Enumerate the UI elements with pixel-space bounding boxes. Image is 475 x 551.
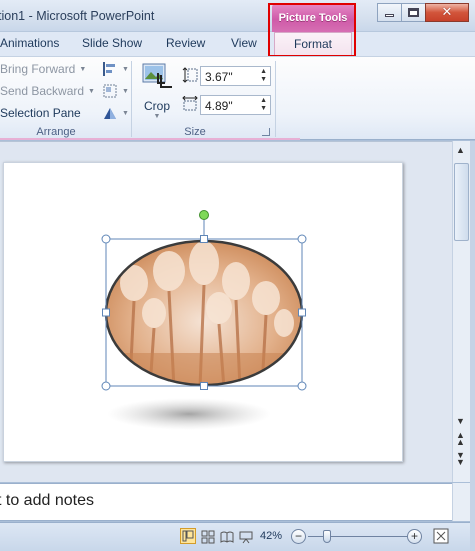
shape-width-value: 4.89" <box>205 99 233 113</box>
width-spinner[interactable]: ▲ ▼ <box>260 97 267 113</box>
slide-editing-pane <box>0 141 452 482</box>
selection-pane-label: Selection Pane <box>0 106 81 120</box>
chevron-down-icon: ▼ <box>88 87 95 95</box>
context-underline <box>0 138 300 140</box>
height-icon <box>182 67 198 83</box>
resize-handle-ne[interactable] <box>297 234 307 244</box>
slide-sorter-icon[interactable] <box>201 530 215 544</box>
picture-tools-label: Picture Tools <box>278 12 348 24</box>
chevron-down-icon: ▼ <box>122 109 129 117</box>
resize-handle-e[interactable] <box>298 308 306 317</box>
resize-handle-nw[interactable] <box>101 234 111 244</box>
window-title: tion1 - Microsoft PowerPoint <box>0 9 155 23</box>
bring-forward-button[interactable]: Bring Forward ▼ <box>0 62 86 76</box>
close-button[interactable]: ✕ <box>425 3 469 22</box>
slide-canvas[interactable] <box>3 162 403 462</box>
rotate-icon <box>104 108 116 119</box>
vertical-scrollbar[interactable]: ▲ ▼ ▲ ▲ ▼ ▼ <box>452 141 470 482</box>
zoom-level[interactable]: 42% <box>260 530 282 542</box>
resize-handle-se[interactable] <box>297 381 307 391</box>
slide-content <box>101 210 307 430</box>
zoom-out-button[interactable]: − <box>291 529 306 544</box>
rotate-handle[interactable] <box>199 210 209 220</box>
selection-pane-button[interactable]: Selection Pane <box>0 106 81 120</box>
resize-handle-s[interactable] <box>200 382 208 390</box>
zoom-slider-thumb[interactable] <box>323 530 331 543</box>
group-button[interactable]: ▼ <box>102 83 129 99</box>
scroll-down-arrow[interactable]: ▼ <box>456 416 465 426</box>
picture-shadow <box>107 398 271 430</box>
align-icon <box>103 62 115 76</box>
resize-handle-n[interactable] <box>200 235 208 243</box>
align-button[interactable]: ▼ <box>102 61 129 77</box>
notes-placeholder: t to add notes <box>0 492 94 509</box>
group-icon <box>103 84 117 98</box>
tab-slide-show[interactable]: Slide Show <box>82 36 142 50</box>
tab-review[interactable]: Review <box>166 36 205 50</box>
window-edge <box>470 141 475 551</box>
status-bar: 42% − + <box>0 522 470 551</box>
zoom-in-button[interactable]: + <box>407 529 422 544</box>
shape-height-input[interactable]: 3.67" ▲ ▼ <box>200 66 271 86</box>
shape-width-input[interactable]: 4.89" ▲ ▼ <box>200 95 271 115</box>
size-dialog-launcher[interactable] <box>262 128 270 136</box>
maximize-button[interactable] <box>401 3 426 22</box>
height-spinner[interactable]: ▲ ▼ <box>260 68 267 84</box>
group-separator <box>275 61 276 137</box>
group-separator <box>131 61 132 137</box>
crop-button[interactable]: Crop ▼ <box>140 61 174 120</box>
crop-icon <box>142 63 172 88</box>
notes-scrollbar[interactable] <box>452 483 470 521</box>
fit-window-icon[interactable] <box>433 528 449 544</box>
maximize-icon <box>408 8 419 17</box>
tab-format[interactable]: Format <box>274 32 352 56</box>
notes-pane[interactable]: t to add notes <box>0 483 452 521</box>
scroll-thumb[interactable] <box>454 163 469 241</box>
previous-slide-button[interactable]: ▲ ▲ <box>456 431 465 447</box>
tab-view[interactable]: View <box>231 36 257 50</box>
close-icon: ✕ <box>441 5 453 20</box>
chevron-down-icon: ▼ <box>153 113 161 120</box>
chevron-down-icon: ▼ <box>79 65 87 73</box>
bring-forward-label: Bring Forward <box>0 62 76 76</box>
title-bar: tion1 - Microsoft PowerPoint ✕ <box>0 0 475 32</box>
chevron-down-icon: ▼ <box>122 65 129 73</box>
minimize-icon <box>385 14 394 17</box>
ribbon-tabs: Animations Slide Show Review View ▲ ? <box>0 32 475 84</box>
window-controls: ✕ <box>377 3 469 22</box>
scroll-up-arrow[interactable]: ▲ <box>456 145 465 155</box>
send-backward-label: Send Backward <box>0 84 85 98</box>
next-slide-button[interactable]: ▼ ▼ <box>456 451 465 467</box>
shape-height-value: 3.67" <box>205 70 233 84</box>
rotate-button[interactable]: ▼ <box>102 105 129 121</box>
crop-label: Crop <box>143 99 170 113</box>
normal-view-icon[interactable] <box>180 528 196 544</box>
picture-tools-context-header: Picture Tools <box>272 4 354 32</box>
slide-show-icon[interactable] <box>239 530 253 544</box>
minimize-button[interactable] <box>377 3 402 22</box>
reading-view-icon[interactable] <box>220 530 234 544</box>
send-backward-button[interactable]: Send Backward ▼ <box>0 84 95 98</box>
chevron-down-icon: ▼ <box>122 87 129 95</box>
tab-animations[interactable]: Animations <box>0 36 59 50</box>
ribbon: Bring Forward ▼ Send Backward ▼ Selectio… <box>0 56 475 140</box>
resize-handle-sw[interactable] <box>101 381 111 391</box>
resize-handle-w[interactable] <box>102 308 110 317</box>
arrange-group-label: Arrange <box>36 126 76 138</box>
width-icon <box>182 96 198 111</box>
size-group-label: Size <box>184 126 206 138</box>
